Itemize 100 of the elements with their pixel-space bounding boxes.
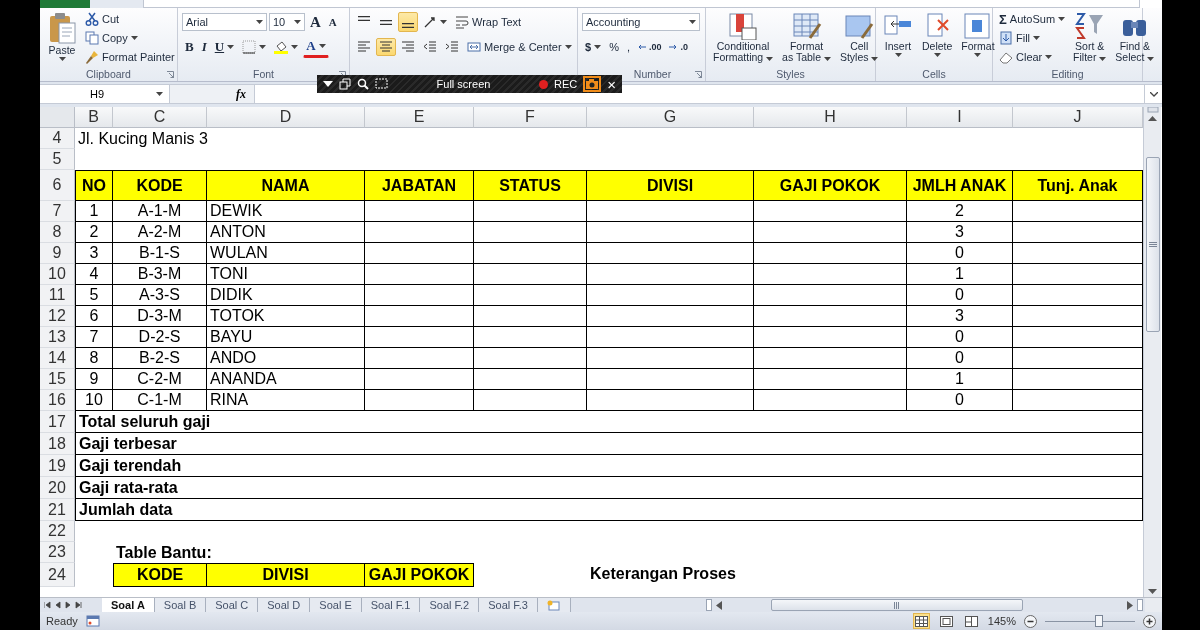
- split-handle-icon[interactable]: [1137, 599, 1143, 611]
- layout-view-button[interactable]: [937, 613, 955, 629]
- split-handle-icon[interactable]: [706, 599, 712, 611]
- row-header[interactable]: 21: [40, 499, 75, 521]
- copy-button[interactable]: Copy: [83, 29, 140, 47]
- scroll-left-icon[interactable]: [716, 600, 722, 610]
- row-header[interactable]: 7: [40, 201, 75, 222]
- number-format-field[interactable]: Accounting: [582, 13, 700, 31]
- row-header[interactable]: 22: [40, 521, 75, 542]
- row-header[interactable]: 6: [40, 170, 75, 201]
- font-color-button[interactable]: A: [303, 36, 329, 58]
- row-header[interactable]: 8: [40, 222, 75, 243]
- currency-button[interactable]: $: [582, 39, 605, 55]
- table-style-button[interactable]: Format as Table: [779, 10, 834, 67]
- column-header[interactable]: B: [75, 107, 113, 128]
- bold-button[interactable]: B: [182, 37, 197, 57]
- row-header[interactable]: 16: [40, 390, 75, 411]
- restore-icon[interactable]: [339, 78, 351, 90]
- merge-center-button[interactable]: Merge & Center: [464, 38, 575, 56]
- autosum-button[interactable]: Σ AutoSum: [997, 10, 1068, 28]
- close-button[interactable]: ×: [607, 75, 616, 93]
- zoom-slider[interactable]: [1095, 614, 1103, 627]
- row-header[interactable]: 17: [40, 411, 75, 433]
- font-name-field[interactable]: Arial: [182, 13, 267, 31]
- caret-icon: [974, 53, 982, 57]
- table-cell: 10: [75, 390, 113, 411]
- format-painter-button[interactable]: Format Painter: [83, 48, 177, 66]
- macro-record-icon[interactable]: [85, 615, 100, 627]
- align-center-button[interactable]: [376, 38, 396, 56]
- row-header[interactable]: 4: [40, 128, 75, 149]
- scroll-right-icon[interactable]: [1127, 600, 1133, 610]
- sheet-tab[interactable]: Soal D: [258, 598, 311, 612]
- shrink-font-button[interactable]: A: [325, 14, 340, 30]
- column-header[interactable]: F: [474, 107, 587, 128]
- fill-button[interactable]: Fill: [997, 29, 1043, 47]
- column-header[interactable]: D: [207, 107, 365, 128]
- row-header[interactable]: 12: [40, 306, 75, 327]
- grow-font-button[interactable]: A: [307, 11, 324, 33]
- table-cell: 7: [75, 327, 113, 348]
- italic-button[interactable]: I: [198, 37, 210, 57]
- insert-cells-button[interactable]: Insert: [880, 10, 916, 67]
- expand-icon[interactable]: [1149, 91, 1158, 97]
- rec-label[interactable]: REC: [554, 78, 578, 90]
- conditional-style-button[interactable]: Conditional Formatting: [710, 10, 777, 67]
- screen-icon[interactable]: [375, 78, 388, 90]
- delete-cells-button[interactable]: Delete: [919, 10, 956, 67]
- row-header[interactable]: 10: [40, 264, 75, 285]
- sort-button[interactable]: Sort & Filter: [1070, 10, 1110, 67]
- comma-style-button[interactable]: ,: [623, 39, 633, 55]
- column-header[interactable]: E: [365, 107, 474, 128]
- insert-function-button[interactable]: fx: [236, 86, 246, 102]
- row-header[interactable]: 18: [40, 433, 75, 455]
- summary-cell: Gaji terbesar: [75, 433, 1143, 455]
- row-header[interactable]: 9: [40, 243, 75, 264]
- sheet-tab[interactable]: Soal F.1: [361, 598, 421, 612]
- scroll-thumb[interactable]: [1145, 157, 1160, 332]
- sheet-tab[interactable]: Soal F.3: [479, 598, 538, 612]
- sheet-tab[interactable]: Soal E: [310, 598, 362, 612]
- row-header[interactable]: 23: [40, 542, 75, 563]
- cell-style-button[interactable]: Cell Styles: [836, 10, 882, 67]
- sheet-tab[interactable]: Soal C: [206, 598, 259, 612]
- row-header[interactable]: 19: [40, 455, 75, 477]
- wrap-text-button[interactable]: Wrap Text: [452, 13, 525, 31]
- clear-button[interactable]: Clear: [997, 48, 1055, 66]
- sheet-tab[interactable]: Soal A: [102, 598, 155, 612]
- scroll-thumb[interactable]: [771, 599, 1023, 611]
- cut-button[interactable]: Cut: [83, 10, 122, 28]
- zoom-out-icon[interactable]: [1024, 614, 1037, 628]
- sheet-tab[interactable]: Soal F.2: [420, 598, 480, 612]
- camera-icon[interactable]: [583, 76, 602, 92]
- column-header[interactable]: J: [1013, 107, 1143, 128]
- increase-decimal-button[interactable]: .00: [634, 40, 665, 54]
- column-header[interactable]: H: [754, 107, 907, 128]
- split-handle-icon[interactable]: [1146, 107, 1159, 113]
- font-size-field[interactable]: 10: [269, 13, 305, 31]
- row-header[interactable]: 20: [40, 477, 75, 499]
- row-header[interactable]: 13: [40, 327, 75, 348]
- row-header[interactable]: 24: [40, 563, 75, 587]
- search-icon[interactable]: [357, 78, 369, 90]
- normal-view-button[interactable]: [912, 613, 930, 629]
- decrease-decimal-button[interactable]: .0: [666, 40, 691, 54]
- zoom-level[interactable]: 145%: [987, 615, 1016, 627]
- row-header[interactable]: 5: [40, 149, 75, 170]
- caret-icon: [58, 57, 66, 61]
- align-bottom-button[interactable]: [398, 12, 418, 32]
- row-header[interactable]: 15: [40, 369, 75, 390]
- paste-button[interactable]: Paste: [44, 10, 80, 67]
- underline-button[interactable]: U: [211, 37, 238, 57]
- row-header[interactable]: 11: [40, 285, 75, 306]
- column-header[interactable]: C: [113, 107, 207, 128]
- zoom-in-icon[interactable]: [1143, 614, 1156, 628]
- caret-icon: [227, 45, 235, 49]
- find-button[interactable]: Find & Select: [1112, 10, 1158, 67]
- format-cells-button[interactable]: Format: [958, 10, 998, 67]
- percent-button[interactable]: %: [606, 39, 622, 55]
- column-header[interactable]: G: [587, 107, 754, 128]
- column-header[interactable]: I: [907, 107, 1013, 128]
- page-break-view-button[interactable]: [962, 613, 980, 629]
- sheet-tab[interactable]: Soal B: [154, 598, 207, 612]
- row-header[interactable]: 14: [40, 348, 75, 369]
